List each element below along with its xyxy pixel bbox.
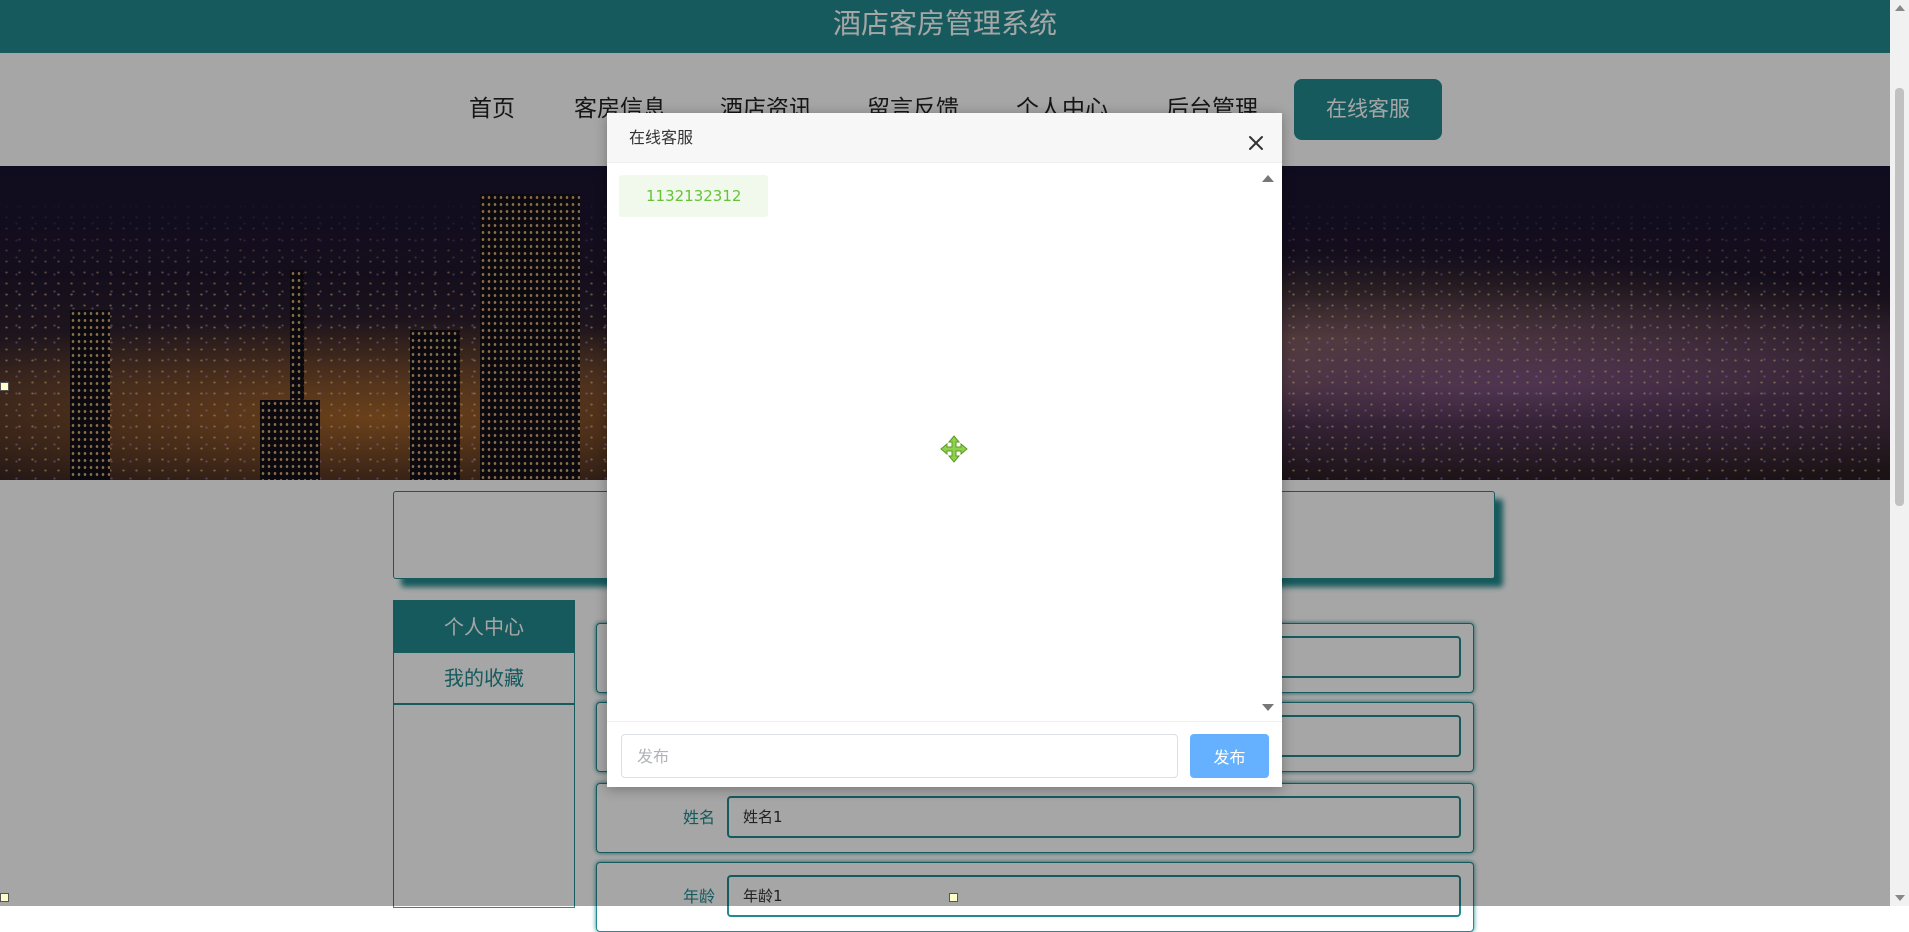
move-icon[interactable] [940,435,968,467]
scroll-down-icon[interactable] [1262,704,1274,711]
send-button[interactable]: 发布 [1190,734,1269,778]
resize-handle[interactable] [0,893,9,902]
scroll-down-icon[interactable] [1895,895,1905,901]
message-list[interactable]: 1132132312 [607,163,1282,721]
dialog-footer: 发布 [607,721,1282,788]
scroll-up-icon[interactable] [1895,5,1905,11]
chat-message-input[interactable] [621,734,1178,778]
resize-handle[interactable] [949,893,958,902]
scroll-up-icon[interactable] [1262,175,1274,182]
dialog-header: 在线客服 [607,113,1282,163]
resize-handle[interactable] [0,382,9,391]
dialog-title: 在线客服 [629,128,694,147]
online-service-dialog: 在线客服 1132132312 发布 [607,113,1282,787]
close-icon[interactable] [1244,125,1268,150]
message-bubble: 1132132312 [619,175,769,217]
scrollbar-thumb[interactable] [1895,88,1904,506]
page-scrollbar[interactable] [1890,0,1909,906]
